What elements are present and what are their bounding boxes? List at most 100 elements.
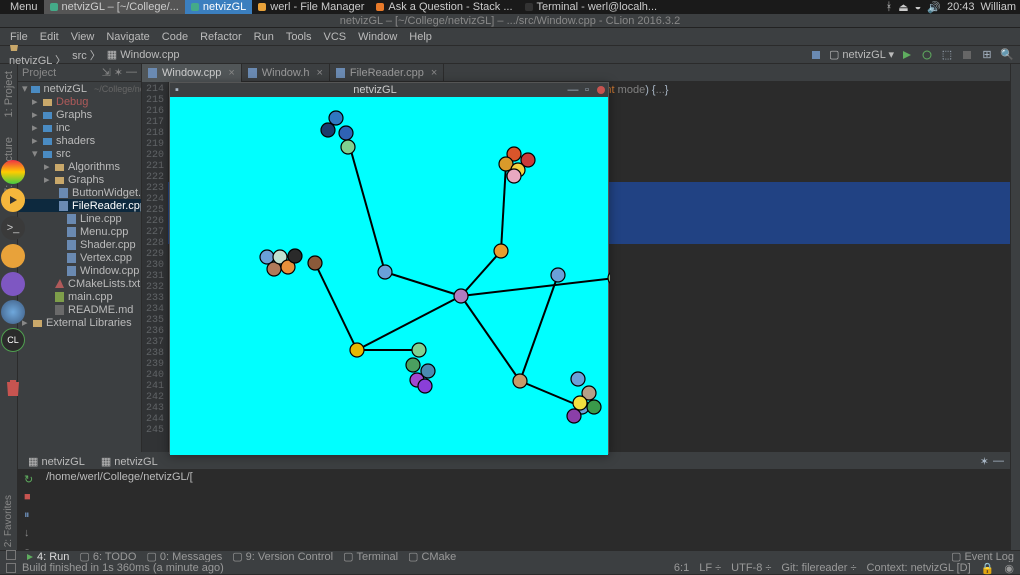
project-panel-title: Project — [22, 67, 56, 79]
taskbar-window[interactable]: werl - File Manager — [252, 0, 370, 14]
settings-icon[interactable]: ✶ — [114, 66, 123, 79]
tree-node[interactable]: ▸Graphs — [18, 108, 141, 121]
minimize-icon[interactable]: — — [993, 455, 1004, 467]
taskbar-window[interactable]: netvizGL — [185, 0, 252, 14]
search-icon[interactable]: 🔍 — [1000, 48, 1014, 62]
pidgin-icon[interactable] — [1, 272, 25, 296]
close-window-icon[interactable] — [595, 84, 607, 96]
menu-tools[interactable]: Tools — [280, 31, 318, 43]
tree-node[interactable]: ▸inc — [18, 121, 141, 134]
run-tab[interactable]: ▦ netvizGL — [24, 455, 89, 468]
tree-node[interactable]: FileReader.cpp — [18, 199, 141, 212]
tree-node[interactable]: main.cpp — [18, 290, 141, 303]
run-config-select[interactable]: ▢ netvizGL ▾ — [829, 48, 894, 61]
tree-node[interactable]: ▸shaders — [18, 134, 141, 147]
status-bar: Build finished in 1s 360ms (a minute ago… — [0, 562, 1020, 574]
files-app-icon[interactable] — [1, 244, 25, 268]
tree-node[interactable]: Window.cpp — [18, 264, 141, 277]
volume-icon[interactable]: 🔊 — [927, 1, 941, 14]
build-icon[interactable] — [809, 48, 823, 62]
tree-node[interactable]: ▸Debug — [18, 95, 141, 108]
clion-app-icon[interactable]: CL — [1, 328, 25, 352]
breadcrumb-item[interactable]: src 〉 — [69, 47, 104, 63]
tree-node[interactable]: README.md — [18, 303, 141, 316]
inspector-icon[interactable]: ◉ — [1004, 562, 1014, 575]
taskbar-window[interactable]: netvizGL – [~/College/... — [44, 0, 185, 14]
user-name[interactable]: William — [981, 1, 1016, 14]
project-panel-header: Project ⇲ ✶ — — [18, 64, 141, 82]
hide-icon[interactable]: — — [126, 66, 137, 79]
tree-node[interactable]: Shader.cpp — [18, 238, 141, 251]
taskbar-window[interactable]: Terminal - werl@localh... — [519, 0, 664, 14]
gear-icon[interactable]: ✶ — [980, 455, 989, 468]
tree-node[interactable]: ▸Algorithms — [18, 160, 141, 173]
right-tool-strip — [1010, 64, 1020, 550]
breadcrumb-item[interactable]: ▦ Window.cpp — [104, 48, 183, 61]
trash-icon[interactable] — [1, 376, 25, 400]
signal-icon[interactable]: ◒ — [915, 1, 922, 14]
debug-icon[interactable] — [920, 48, 934, 62]
coverage-icon[interactable]: ⬚ — [940, 48, 954, 62]
play-app-icon[interactable] — [1, 188, 25, 212]
tree-node[interactable]: Menu.cpp — [18, 225, 141, 238]
os-menu[interactable]: Menu — [4, 0, 44, 14]
run-output[interactable]: ↻ ■ ⏸ ↓ ⌕ /home/werl/College/netvizGL/[ — [18, 469, 1010, 561]
close-tab-icon[interactable]: × — [316, 67, 322, 79]
tree-node[interactable]: Vertex.cpp — [18, 251, 141, 264]
layout-icon[interactable]: ⊞ — [980, 48, 994, 62]
lock-icon[interactable]: 🔒 — [981, 562, 995, 575]
context[interactable]: Context: netvizGL [D] — [867, 562, 971, 575]
bluetooth-icon[interactable]: ᚼ — [886, 1, 893, 14]
run-tab[interactable]: ▦ netvizGL — [97, 455, 162, 468]
chrome-icon[interactable] — [1, 160, 25, 184]
menu-run[interactable]: Run — [248, 31, 280, 43]
stop-run-icon[interactable]: ■ — [24, 491, 38, 505]
status-toggle[interactable] — [6, 563, 16, 573]
left-tool-favorites[interactable]: 2: Favorites — [3, 492, 14, 550]
clock[interactable]: 20:43 — [947, 1, 975, 14]
line-ending[interactable]: LF ÷ — [699, 562, 721, 575]
graph-canvas[interactable] — [170, 97, 608, 455]
project-tree[interactable]: ▾netvizGL~/College/netvizGL▸Debug▸Graphs… — [18, 82, 141, 329]
caret-pos[interactable]: 6:1 — [674, 562, 689, 575]
git-branch[interactable]: Git: filereader ÷ — [781, 562, 856, 575]
run-icon[interactable] — [900, 48, 914, 62]
netvizgl-titlebar[interactable]: ▪ netvizGL — ▫ — [170, 83, 608, 97]
tool-window-bar: 4: Run▢6: TODO▢0: Messages▢9: Version Co… — [0, 550, 1020, 562]
menu-vcs[interactable]: VCS — [318, 31, 353, 43]
down-icon[interactable]: ↓ — [24, 527, 38, 541]
tree-node[interactable]: ▸Graphs — [18, 173, 141, 186]
pause-icon[interactable]: ⏸ — [24, 509, 38, 523]
tw-toggle[interactable] — [6, 550, 16, 560]
encoding[interactable]: UTF-8 ÷ — [731, 562, 771, 575]
menu-refactor[interactable]: Refactor — [194, 31, 248, 43]
close-tab-icon[interactable]: × — [228, 67, 234, 79]
editor-tab[interactable]: FileReader.cpp× — [330, 64, 444, 82]
editor-tab[interactable]: Window.cpp× — [142, 64, 242, 82]
tree-node[interactable]: ▸External Libraries — [18, 316, 141, 329]
left-tool-project[interactable]: 1: Project — [3, 68, 15, 120]
settings-app-icon[interactable] — [1, 300, 25, 324]
tree-node[interactable]: ▾src — [18, 147, 141, 160]
network-icon[interactable]: ⏏ — [898, 1, 908, 14]
netvizgl-window[interactable]: ▪ netvizGL — ▫ — [169, 82, 609, 454]
tree-node[interactable]: ButtonWidget.cpp — [18, 186, 141, 199]
collapse-icon[interactable]: ⇲ — [102, 66, 111, 79]
tree-node[interactable]: CMakeLists.txt — [18, 277, 141, 290]
maximize-window-icon[interactable]: ▫ — [581, 84, 593, 96]
stop-icon[interactable] — [960, 48, 974, 62]
tree-node[interactable]: Line.cpp — [18, 212, 141, 225]
taskbar-window[interactable]: Ask a Question - Stack ... — [370, 0, 518, 14]
terminal-app-icon[interactable]: >_ — [1, 216, 25, 240]
tree-node[interactable]: ▾netvizGL~/College/netvizGL — [18, 82, 141, 95]
menu-window[interactable]: Window — [352, 31, 403, 43]
minimize-window-icon[interactable]: — — [567, 84, 579, 96]
editor-tabs: Window.cpp×Window.h×FileReader.cpp× — [142, 64, 1010, 82]
rerun-icon[interactable]: ↻ — [24, 473, 38, 487]
app-menu-icon[interactable]: ▪ — [171, 84, 183, 96]
system-tray[interactable]: ᚼ ⏏ ◒ 🔊 20:43 William — [886, 1, 1016, 14]
netvizgl-title: netvizGL — [184, 84, 566, 96]
close-tab-icon[interactable]: × — [431, 67, 437, 79]
editor-tab[interactable]: Window.h× — [242, 64, 330, 82]
menu-help[interactable]: Help — [403, 31, 438, 43]
